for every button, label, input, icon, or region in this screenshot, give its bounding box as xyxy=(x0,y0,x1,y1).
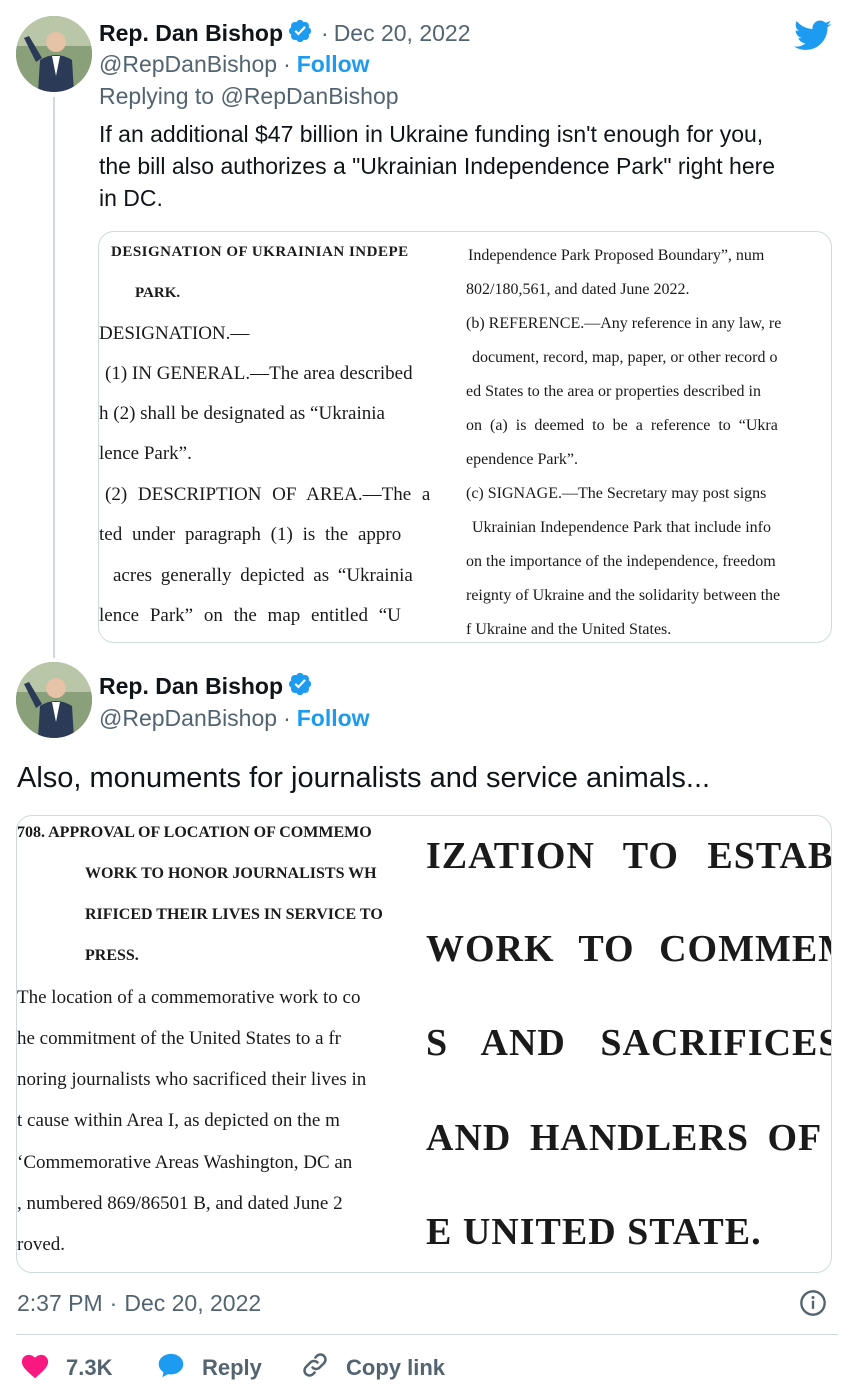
twitter-bird-icon[interactable] xyxy=(794,20,832,57)
handle-separator: · xyxy=(283,704,291,731)
replying-to-handle[interactable]: @RepDanBishop xyxy=(220,83,398,109)
doc-line: (c) SIGNAGE.—The Secretary may post sign… xyxy=(466,485,767,502)
follow-button[interactable]: Follow xyxy=(297,51,370,78)
doc-line: (2) DESCRIPTION OF AREA.—The a xyxy=(105,484,431,505)
doc-line: document, record, map, paper, or other r… xyxy=(472,349,778,366)
doc-line: on the importance of the independence, f… xyxy=(466,553,776,570)
verified-badge-icon xyxy=(287,18,313,49)
heart-icon xyxy=(20,1351,50,1385)
doc-line: lence Park”. xyxy=(99,443,192,464)
doc-line: acres generally depicted as “Ukrainia xyxy=(113,565,413,586)
document-image-right[interactable]: Independence Park Proposed Boundary”, nu… xyxy=(466,232,831,642)
doc-line: h (2) shall be designated as “Ukrainia xyxy=(99,403,385,424)
doc-line: ted under paragraph (1) is the appro xyxy=(99,524,402,545)
tweet1-header: Rep. Dan Bishop · Dec 20, 2022 xyxy=(99,17,471,49)
tweet-text-line: the bill also authorizes a "Ukrainian In… xyxy=(99,153,776,179)
document-image-left[interactable]: 708. APPROVAL OF LOCATION OF COMMEMO WOR… xyxy=(17,816,424,1272)
thread-connector-line xyxy=(53,97,55,658)
doc-line: WORK TO HONOR JOURNALISTS WH xyxy=(85,865,377,882)
doc-line: he commitment of the United States to a … xyxy=(17,1028,341,1049)
doc-line: The location of a commemorative work to … xyxy=(17,987,361,1008)
timestamp-time: 2:37 PM xyxy=(17,1290,103,1316)
copy-link-button[interactable]: Copy link xyxy=(300,1352,445,1384)
like-button[interactable]: 7.3K xyxy=(20,1352,112,1384)
footer-divider xyxy=(16,1334,838,1335)
doc-line: PRESS. xyxy=(85,947,139,964)
tweet-timestamp[interactable]: 2:37 PM · Dec 20, 2022 xyxy=(17,1288,261,1318)
verified-badge-icon xyxy=(287,671,313,702)
doc-line: f Ukraine and the United States. xyxy=(466,621,672,638)
document-image-left[interactable]: DESIGNATION OF UKRAINIAN INDEPE PARK. DE… xyxy=(99,232,464,642)
tweet2-header: Rep. Dan Bishop xyxy=(99,670,313,702)
replying-to-label: Replying to xyxy=(99,83,221,109)
doc-line: ‘Commemorative Areas Washington, DC an xyxy=(17,1152,353,1173)
timestamp-date: Dec 20, 2022 xyxy=(124,1290,262,1316)
tweet-date[interactable]: Dec 20, 2022 xyxy=(334,20,471,47)
tweet2-text: Also, monuments for journalists and serv… xyxy=(17,762,711,794)
doc-line: (b) REFERENCE.—Any reference in any law,… xyxy=(466,315,782,332)
reply-bubble-icon xyxy=(156,1351,186,1385)
timestamp-separator: · xyxy=(109,1290,118,1316)
reply-label: Reply xyxy=(202,1355,262,1380)
doc-line: t cause within Area I, as depicted on th… xyxy=(17,1110,340,1131)
tweet-text-line: in DC. xyxy=(99,185,163,211)
author-name[interactable]: Rep. Dan Bishop xyxy=(99,20,283,47)
tweet1-media[interactable]: DESIGNATION OF UKRAINIAN INDEPE PARK. DE… xyxy=(98,231,832,643)
author-name[interactable]: Rep. Dan Bishop xyxy=(99,673,283,700)
author-handle[interactable]: @RepDanBishop xyxy=(99,705,277,732)
copy-link-label: Copy link xyxy=(346,1355,446,1380)
author-handle[interactable]: @RepDanBishop xyxy=(99,51,277,78)
doc-line: 802/180,561, and dated June 2022. xyxy=(466,281,690,298)
avatar-image xyxy=(16,662,92,738)
avatar[interactable] xyxy=(16,16,92,92)
tweet2-media[interactable]: 708. APPROVAL OF LOCATION OF COMMEMO WOR… xyxy=(16,815,832,1273)
doc-line: Ukrainian Independence Park that include… xyxy=(472,519,771,536)
doc-line: roved. xyxy=(17,1234,66,1255)
doc-line: E UNITED STATE. xyxy=(426,1211,762,1253)
doc-line: reignty of Ukraine and the solidarity be… xyxy=(466,587,781,604)
doc-line: IZATION TO ESTAB xyxy=(426,835,831,877)
doc-line: RIFICED THEIR LIVES IN SERVICE TO xyxy=(85,906,383,923)
info-icon[interactable] xyxy=(799,1289,827,1322)
reply-button[interactable]: Reply xyxy=(156,1352,262,1384)
doc-line: lence Park” on the map entitled “U xyxy=(99,605,401,626)
doc-line: on (a) is deemed to be a reference to “U… xyxy=(466,417,778,434)
link-icon xyxy=(300,1350,330,1386)
avatar[interactable] xyxy=(16,662,92,738)
replying-to: Replying to @RepDanBishop xyxy=(99,81,399,111)
doc-line: DESIGNATION.— xyxy=(99,323,250,344)
doc-line: Independence Park Proposed Boundary”, nu… xyxy=(468,247,765,264)
tweet2-handle-row: @RepDanBishop · Follow xyxy=(99,703,370,733)
doc-line: (1) IN GENERAL.—The area described xyxy=(105,363,413,384)
avatar-image xyxy=(16,16,92,92)
doc-line: ed States to the area or properties desc… xyxy=(466,383,761,400)
doc-line: noring journalists who sacrificed their … xyxy=(17,1069,367,1090)
doc-line: 708. APPROVAL OF LOCATION OF COMMEMO xyxy=(17,824,372,841)
doc-line: AND HANDLERS OF xyxy=(426,1117,823,1159)
document-image-right[interactable]: IZATION TO ESTAB WORK TO COMMEMO S AND S… xyxy=(426,816,831,1272)
tweet1-text: If an additional $47 billion in Ukraine … xyxy=(99,118,839,214)
tweet1-handle-row: @RepDanBishop · Follow xyxy=(99,49,370,79)
like-count: 7.3K xyxy=(66,1355,113,1380)
tweet-text-line: If an additional $47 billion in Ukraine … xyxy=(99,121,764,147)
doc-line: , numbered 869/86501 B, and dated June 2 xyxy=(17,1193,343,1214)
doc-line: S AND SACRIFICES xyxy=(426,1022,831,1064)
doc-line: WORK TO COMMEMO xyxy=(426,928,831,970)
date-separator: · xyxy=(321,19,329,46)
doc-line: PARK. xyxy=(135,285,181,301)
doc-line: DESIGNATION OF UKRAINIAN INDEPE xyxy=(111,244,409,260)
handle-separator: · xyxy=(283,50,291,77)
doc-line: ependence Park”. xyxy=(466,451,578,468)
follow-button[interactable]: Follow xyxy=(297,705,370,732)
